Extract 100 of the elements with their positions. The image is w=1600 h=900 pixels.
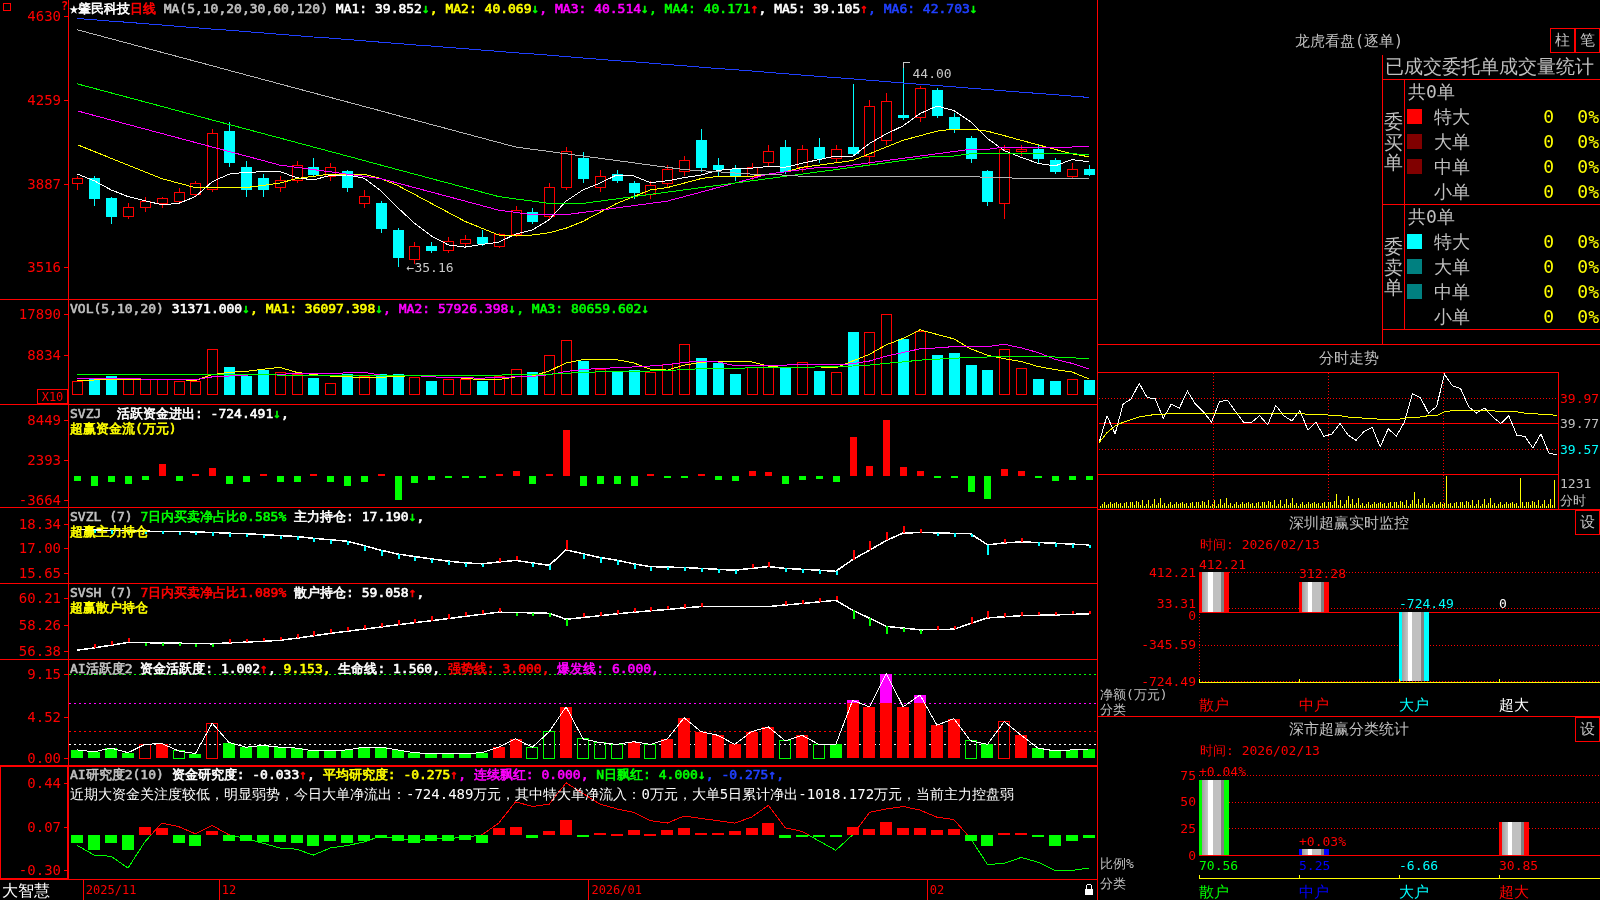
indicator-text: 肇民科技	[77, 1, 130, 16]
indicator-text: , MA6: 42.703	[868, 1, 970, 16]
indicator-text: AI活跃度2	[70, 661, 134, 676]
indicator-text: 主力持仓: 17.190	[293, 509, 409, 524]
indicator-text: 日线	[129, 1, 156, 16]
indicator-text: ↓	[531, 1, 540, 16]
indicator-text: , MA3: 80659.602	[516, 301, 642, 316]
candle	[544, 182, 555, 220]
axis-label: 4.52	[27, 708, 61, 725]
axis-label: 25	[1180, 820, 1196, 836]
row-label: 特大	[1434, 229, 1470, 254]
indicator-text: , MA2: 57926.398	[383, 301, 509, 316]
axis-title: 分类	[1100, 701, 1126, 716]
candle	[359, 189, 370, 209]
candle	[679, 155, 690, 177]
view-button[interactable]: 笔	[1575, 28, 1600, 53]
indicator-text: ↓	[641, 301, 650, 316]
order-total: 共0单	[1408, 205, 1455, 229]
indicator-text: 资金活跃度: 1.002	[140, 661, 261, 676]
indicator-text: 爆发线: 6.000,	[556, 661, 659, 676]
category-label: 大户	[1399, 696, 1429, 714]
value-label: -6.66	[1399, 857, 1439, 873]
indicator-text: 平均研究度: -0.275	[322, 767, 451, 782]
candle	[949, 112, 960, 134]
change-label: +0.03%	[1299, 833, 1346, 849]
square-icon	[3, 3, 11, 11]
data-label: 412.21	[1199, 556, 1246, 572]
candle	[629, 180, 640, 200]
candle	[662, 164, 673, 189]
data-label: 312.28	[1299, 566, 1346, 582]
indicator-text: ↑	[450, 767, 459, 782]
category-label: 中户	[1299, 696, 1329, 714]
indicator-text: , MA2: 40.069	[429, 1, 532, 16]
candle	[747, 162, 758, 182]
candle	[527, 207, 538, 225]
candle	[207, 128, 218, 193]
view-button[interactable]: 柱	[1550, 28, 1575, 53]
candle	[915, 85, 926, 123]
table-title: 已成交委托单成交量统计	[1385, 54, 1594, 79]
value-label: 70.56	[1199, 857, 1239, 873]
candle	[730, 164, 741, 182]
row-label: 大单	[1434, 254, 1470, 279]
candle	[696, 128, 707, 173]
indicator-text: SVZJ	[70, 406, 103, 421]
axis-label: -345.59	[1141, 637, 1196, 653]
category-label: 大户	[1399, 883, 1429, 900]
data-label: -724.49	[1399, 596, 1454, 612]
category-label: 散户	[1199, 883, 1229, 900]
indicator-text: ↑,	[768, 767, 785, 782]
panel-title: 深市超赢分类统计	[1289, 720, 1409, 739]
axis-label: 8449	[27, 412, 61, 428]
candle	[409, 241, 420, 265]
candle	[780, 139, 791, 175]
axis-label: 39.97	[1560, 391, 1600, 406]
candle	[258, 173, 269, 198]
indicator-text: 31371.000	[171, 301, 243, 316]
indicator-text: ↓	[641, 1, 649, 16]
candle	[89, 175, 100, 207]
axis-label: -724.49	[1141, 673, 1196, 689]
indicator-text: ,	[267, 661, 277, 676]
category-label: 超大	[1499, 883, 1529, 900]
order-percent: 0%	[1577, 131, 1600, 152]
indicator-text: , MA3: 40.514	[539, 1, 642, 16]
settings-button[interactable]: 设	[1575, 510, 1600, 535]
indicator-text: SVZL (7)	[70, 509, 134, 524]
axis-label: 17.00	[18, 540, 61, 557]
candle	[713, 157, 724, 177]
order-count: 0	[1543, 256, 1554, 277]
indicator-text: ↓	[375, 301, 384, 316]
time-label: 时间: 2026/02/13	[1200, 741, 1320, 760]
help-button[interactable]: ?	[61, 0, 69, 12]
order-percent: 0%	[1577, 106, 1600, 127]
settings-button[interactable]: 设	[1575, 717, 1600, 742]
price-annotation: 44.00	[912, 65, 952, 81]
order-percent: 0%	[1577, 181, 1600, 202]
value-label: 5.25	[1299, 857, 1331, 873]
candle	[561, 146, 572, 191]
axis-label: 50	[1180, 794, 1196, 810]
indicator-text: 资金研究度: -0.033	[171, 767, 300, 782]
axis-label: 9.15	[27, 666, 61, 683]
indicator-text: , MA4: 40.171	[648, 1, 751, 16]
candle	[342, 169, 353, 193]
candle	[1016, 144, 1027, 157]
indicator-text: ↓	[969, 1, 978, 16]
axis-label: -3664	[18, 492, 61, 507]
candle	[932, 87, 943, 119]
order-percent: 0%	[1577, 156, 1600, 177]
candle	[426, 241, 437, 254]
axis-label: 39.77	[1560, 416, 1600, 431]
indicator-text: ,	[281, 406, 289, 421]
axis-label: 0	[1188, 847, 1196, 863]
candle	[864, 99, 875, 166]
indicator-text: VOL(5,10,20)	[70, 301, 165, 316]
candle	[460, 234, 471, 249]
order-count: 0	[1543, 156, 1554, 177]
candle	[898, 67, 909, 121]
axis-label: 15.65	[18, 564, 61, 581]
candle	[814, 137, 825, 164]
candle	[831, 144, 842, 164]
category-label: 超大	[1499, 696, 1529, 714]
